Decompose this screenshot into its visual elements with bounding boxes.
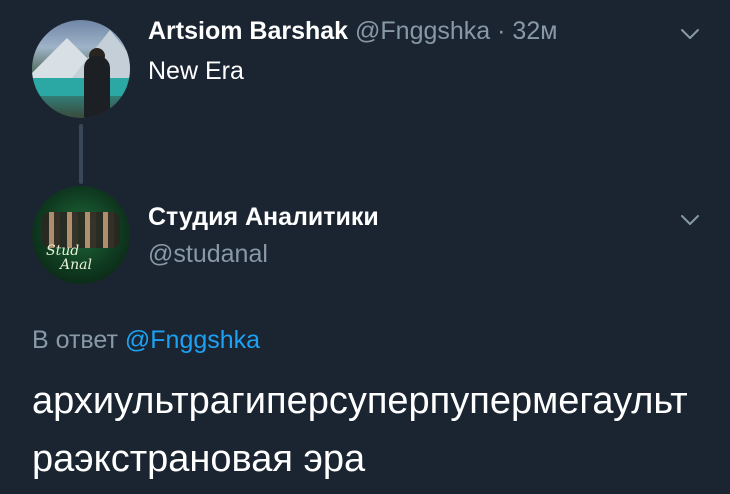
- chevron-down-icon[interactable]: [680, 213, 699, 229]
- meta-separator: ·: [490, 17, 513, 45]
- avatar-lake: [32, 78, 130, 96]
- tweet-text: архиультрагиперсуперпупермегаультраэкстр…: [32, 380, 688, 480]
- parent-tweet[interactable]: Artsiom Barshak @Fnggshka · 32м New Era: [0, 0, 730, 170]
- avatar[interactable]: [32, 20, 130, 118]
- author-name[interactable]: Artsiom Barshak: [148, 17, 348, 45]
- avatar-logo-text: Stud Anal: [46, 243, 92, 273]
- avatar[interactable]: Stud Anal: [32, 186, 130, 284]
- reply-context: В ответ @Fnggshka: [32, 326, 260, 355]
- author-name-row: Artsiom Barshak @Fnggshka · 32м: [148, 17, 557, 46]
- thread-connector-line: [79, 124, 83, 184]
- author-handle[interactable]: @studanal: [148, 240, 268, 269]
- author-handle[interactable]: @Fnggshka: [355, 17, 490, 45]
- avatar-person: [84, 56, 110, 118]
- tweet-time[interactable]: 32м: [512, 17, 557, 45]
- reply-prefix: В ответ: [32, 326, 118, 354]
- author-name[interactable]: Студия Аналитики: [148, 203, 379, 232]
- reply-mention-link[interactable]: @Fnggshka: [125, 326, 260, 354]
- chevron-down-icon[interactable]: [680, 27, 699, 43]
- tweet-text: New Era: [148, 57, 244, 85]
